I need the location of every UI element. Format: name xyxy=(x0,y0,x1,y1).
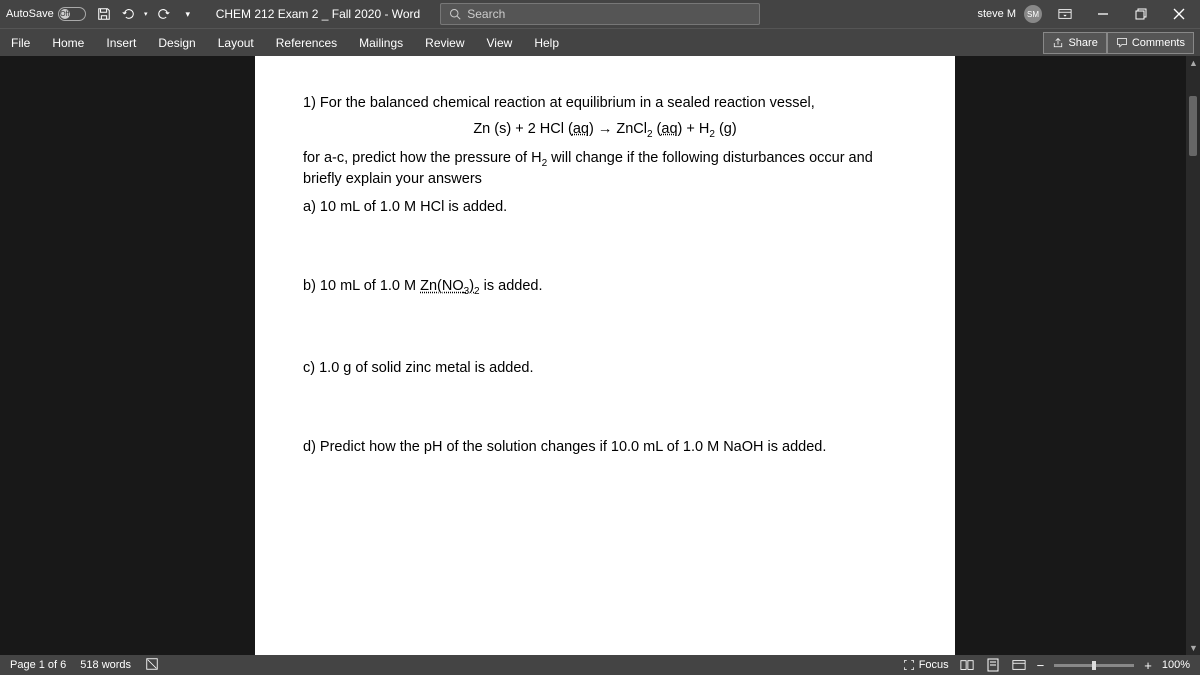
search-box[interactable]: Search xyxy=(440,3,760,25)
share-label: Share xyxy=(1068,37,1097,49)
share-icon xyxy=(1052,37,1064,49)
equation: Zn (s) + 2 HCl (aq) → ZnCl2 (aq) + H2 (g… xyxy=(303,120,907,141)
undo-dropdown-icon[interactable]: ▾ xyxy=(142,4,150,24)
status-bar: Page 1 of 6 518 words Focus − + 100% xyxy=(0,655,1200,675)
avatar[interactable]: SM xyxy=(1024,5,1042,23)
question-c: c) 1.0 g of solid zinc metal is added. xyxy=(303,359,907,379)
status-right: Focus − + 100% xyxy=(903,657,1190,673)
document-canvas[interactable]: 1) For the balanced chemical reaction at… xyxy=(0,56,1200,655)
ribbon-tabs: File Home Insert Design Layout Reference… xyxy=(0,28,1200,56)
titlebar-right: steve M SM xyxy=(977,4,1194,24)
scroll-down-icon[interactable]: ▼ xyxy=(1189,643,1198,653)
autosave-label: AutoSave xyxy=(6,8,54,20)
tab-view[interactable]: View xyxy=(476,29,524,56)
question-b: b) 10 mL of 1.0 M Zn(NO3)2 is added. xyxy=(303,277,907,298)
autosave-group: AutoSave Off xyxy=(6,7,86,21)
focus-button[interactable]: Focus xyxy=(903,659,949,671)
user-name: steve M xyxy=(977,8,1016,20)
document-title: CHEM 212 Exam 2 _ Fall 2020 - Word xyxy=(216,7,421,21)
tab-help[interactable]: Help xyxy=(523,29,570,56)
comments-label: Comments xyxy=(1132,37,1185,49)
zoom-slider[interactable] xyxy=(1054,664,1134,667)
customize-qat-icon[interactable]: ▾ xyxy=(178,4,198,24)
comments-button[interactable]: Comments xyxy=(1107,32,1194,54)
zoom-out-icon[interactable]: − xyxy=(1037,658,1045,673)
print-layout-icon[interactable] xyxy=(985,657,1001,673)
redo-icon[interactable] xyxy=(154,4,174,24)
question-a: a) 10 mL of 1.0 M HCl is added. xyxy=(303,198,907,218)
tab-layout[interactable]: Layout xyxy=(207,29,265,56)
toggle-knob: Off xyxy=(60,9,70,19)
undo-icon[interactable] xyxy=(118,4,138,24)
restore-icon[interactable] xyxy=(1126,4,1156,24)
read-mode-icon[interactable] xyxy=(959,657,975,673)
search-placeholder: Search xyxy=(467,7,505,21)
vertical-scrollbar[interactable]: ▲ ▼ xyxy=(1186,56,1200,655)
q1-instructions: for a-c, predict how the pressure of H2 … xyxy=(303,149,907,190)
tab-design[interactable]: Design xyxy=(147,29,206,56)
page-indicator[interactable]: Page 1 of 6 xyxy=(10,659,66,671)
tab-review[interactable]: Review xyxy=(414,29,475,56)
question-d: d) Predict how the pH of the solution ch… xyxy=(303,438,907,458)
ribbon-display-icon[interactable] xyxy=(1050,4,1080,24)
q1-intro: 1) For the balanced chemical reaction at… xyxy=(303,94,907,114)
word-count[interactable]: 518 words xyxy=(80,659,131,671)
scroll-thumb[interactable] xyxy=(1189,96,1197,156)
tab-references[interactable]: References xyxy=(265,29,348,56)
autosave-toggle[interactable]: Off xyxy=(58,7,86,21)
save-icon[interactable] xyxy=(94,4,114,24)
tab-file[interactable]: File xyxy=(0,29,41,56)
zoom-in-icon[interactable]: + xyxy=(1144,658,1152,673)
zoom-level[interactable]: 100% xyxy=(1162,659,1190,671)
close-icon[interactable] xyxy=(1164,4,1194,24)
tab-mailings[interactable]: Mailings xyxy=(348,29,414,56)
search-icon xyxy=(449,8,461,20)
zoom-slider-thumb[interactable] xyxy=(1092,661,1096,670)
minimize-icon[interactable] xyxy=(1088,4,1118,24)
comments-icon xyxy=(1116,37,1128,49)
web-layout-icon[interactable] xyxy=(1011,657,1027,673)
tab-home[interactable]: Home xyxy=(41,29,95,56)
focus-icon xyxy=(903,659,915,671)
scroll-up-icon[interactable]: ▲ xyxy=(1189,58,1198,68)
spellcheck-icon[interactable] xyxy=(145,657,159,674)
page: 1) For the balanced chemical reaction at… xyxy=(255,56,955,655)
tab-insert[interactable]: Insert xyxy=(95,29,147,56)
share-button[interactable]: Share xyxy=(1043,32,1106,54)
title-bar: AutoSave Off ▾ ▾ CHEM 212 Exam 2 _ Fall … xyxy=(0,0,1200,28)
quick-access-toolbar: ▾ ▾ xyxy=(94,4,198,24)
